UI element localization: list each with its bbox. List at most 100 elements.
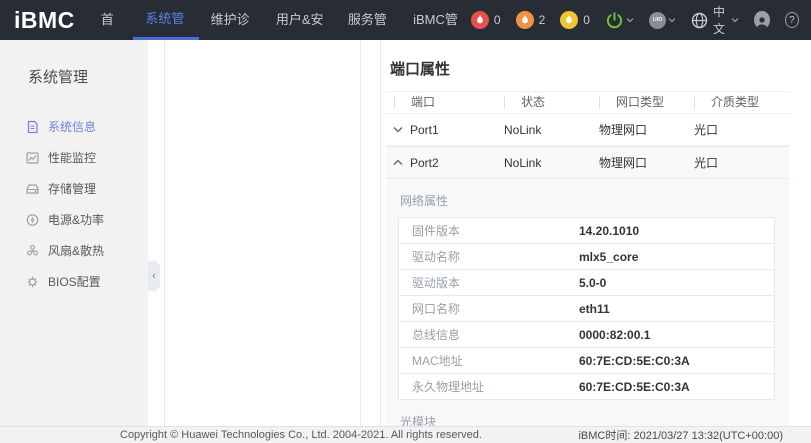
sidebar-item-system-info[interactable]: 系统信息	[0, 111, 148, 142]
power-icon	[605, 11, 624, 30]
port-media-type: 光口	[694, 121, 790, 138]
sidebar-collapse-button[interactable]: ‹	[148, 261, 160, 291]
panel-scroll-track[interactable]	[361, 40, 381, 426]
user-avatar[interactable]	[754, 11, 770, 29]
major-alarm-flame-icon	[516, 11, 534, 29]
nav-item-service-management[interactable]: 服务管理	[336, 0, 401, 40]
minor-alarm-flame-icon	[560, 11, 578, 29]
language-selector[interactable]: 中文	[691, 3, 739, 37]
major-alarm-count: 2	[539, 13, 546, 27]
globe-icon	[691, 12, 708, 29]
table-row-port1[interactable]: Port1 NoLink 物理网口 光口	[386, 114, 790, 146]
table-row: 永久物理地址 60:7E:CD:5E:C0:3A	[399, 374, 774, 400]
chevron-down-icon	[668, 17, 676, 23]
network-properties-table: 固件版本 14.20.1010 驱动名称 mlx5_core 驱动版本 5.0-…	[398, 217, 775, 400]
sidebar-item-fans-cooling[interactable]: 风扇&散热	[0, 235, 148, 266]
ibmc-time-value: 2021/03/27 13:32(UTC+00:00)	[633, 430, 783, 442]
sidebar-item-label: 性能监控	[48, 149, 96, 166]
table-row: 固件版本 14.20.1010	[399, 218, 774, 244]
port2-expanded-section: Port2 NoLink 物理网口 光口 网络属性 固件版本 14.20.101…	[386, 146, 789, 426]
copyright-text: Copyright © Huawei Technologies Co., Ltd…	[120, 429, 482, 441]
sidebar-menu: 系统信息 性能监控	[0, 111, 148, 297]
chevron-up-icon[interactable]	[386, 159, 410, 166]
nav-item-home[interactable]: 首页	[89, 0, 134, 40]
language-label: 中文	[713, 3, 729, 37]
main-nav: 首页 系统管理 维护诊断 用户&安全 服务管理 iBMC管理	[89, 0, 471, 40]
port-status: NoLink	[504, 123, 599, 137]
panel-divider	[148, 40, 165, 426]
nav-item-maintenance-diagnostics[interactable]: 维护诊断	[199, 0, 264, 40]
kv-value: 0000:82:00.1	[579, 324, 774, 346]
ibmc-time: iBMC时间: 2021/03/27 13:32(UTC+00:00)	[578, 427, 783, 443]
table-row-port2[interactable]: Port2 NoLink 物理网口 光口	[386, 147, 789, 179]
kv-value: eth11	[579, 298, 774, 320]
kv-label: 固件版本	[399, 218, 579, 243]
ibmc-time-label: iBMC时间:	[578, 430, 630, 442]
gear-icon	[26, 275, 39, 289]
nav-item-user-security[interactable]: 用户&安全	[264, 0, 336, 40]
port-type: 物理网口	[599, 154, 694, 171]
kv-label: 永久物理地址	[399, 374, 579, 399]
table-row: 驱动名称 mlx5_core	[399, 244, 774, 270]
document-icon	[26, 120, 39, 134]
critical-alarm-badge[interactable]: 0	[471, 11, 501, 29]
column-header-port: 端口	[394, 96, 504, 109]
kv-label: 网口名称	[399, 296, 579, 321]
column-header-status: 状态	[504, 96, 599, 109]
table-row: 驱动版本 5.0-0	[399, 270, 774, 296]
chevron-down-icon[interactable]	[386, 126, 410, 133]
sidebar-item-label: 存储管理	[48, 180, 96, 197]
network-properties-title: 网络属性	[400, 192, 775, 209]
sidebar: 系统管理 系统信息	[0, 40, 148, 426]
header-status-area: 0 2 0	[471, 3, 799, 37]
chevron-down-icon	[731, 17, 739, 23]
port-type: 物理网口	[599, 121, 694, 138]
kv-value: 60:7E:CD:5E:C0:3A	[579, 376, 774, 398]
storage-icon	[26, 182, 39, 196]
port-name: Port2	[410, 156, 504, 170]
ibmc-app: iBMC 首页 系统管理 维护诊断 用户&安全 服务管理 iBMC管理 0	[0, 0, 811, 443]
ibmc-logo: iBMC	[14, 0, 75, 40]
uid-indicator-dropdown[interactable]: UID	[649, 12, 676, 29]
sidebar-item-power[interactable]: 电源&功率	[0, 204, 148, 235]
help-icon[interactable]: ?	[785, 12, 799, 28]
optical-module-title: 光模块	[400, 413, 775, 426]
port-table-header: 端口 状态 网口类型 介质类型	[386, 91, 790, 114]
power-control-dropdown[interactable]	[605, 11, 634, 30]
sidebar-title: 系统管理	[0, 40, 148, 87]
uid-icon: UID	[649, 12, 666, 29]
nav-item-ibmc-management[interactable]: iBMC管理	[401, 0, 471, 40]
kv-label: 驱动名称	[399, 244, 579, 269]
table-row: 总线信息 0000:82:00.1	[399, 322, 774, 348]
kv-label: MAC地址	[399, 348, 579, 373]
kv-value: 14.20.1010	[579, 220, 774, 242]
column-header-media-type: 介质类型	[694, 96, 790, 109]
kv-value: 5.0-0	[579, 272, 774, 294]
kv-label: 总线信息	[399, 322, 579, 347]
chart-icon	[26, 151, 39, 165]
column-header-port-type: 网口类型	[599, 96, 694, 109]
port-name: Port1	[410, 123, 504, 137]
port-properties-panel: 端口属性 端口 状态 网口类型 介质类型 Port1 NoLink 物理网口 光…	[381, 40, 811, 426]
sidebar-item-label: 风扇&散热	[48, 242, 104, 259]
minor-alarm-count: 0	[583, 13, 590, 27]
main-region: 系统管理 系统信息	[0, 40, 811, 426]
minor-alarm-badge[interactable]: 0	[560, 11, 590, 29]
adapter-list-panel	[165, 40, 361, 426]
table-row: MAC地址 60:7E:CD:5E:C0:3A	[399, 348, 774, 374]
sidebar-item-storage-management[interactable]: 存储管理	[0, 173, 148, 204]
sidebar-item-label: BIOS配置	[48, 273, 101, 290]
page-title: 端口属性	[390, 58, 790, 79]
sidebar-item-performance-monitoring[interactable]: 性能监控	[0, 142, 148, 173]
port-status: NoLink	[504, 156, 599, 170]
kv-value: mlx5_core	[579, 246, 774, 268]
nav-item-system-management[interactable]: 系统管理	[133, 0, 198, 40]
chevron-down-icon	[626, 17, 634, 23]
footer-bar: Copyright © Huawei Technologies Co., Ltd…	[0, 426, 811, 443]
major-alarm-badge[interactable]: 2	[516, 11, 546, 29]
critical-alarm-count: 0	[494, 13, 501, 27]
sidebar-item-bios-config[interactable]: BIOS配置	[0, 266, 148, 297]
kv-label: 驱动版本	[399, 270, 579, 295]
fan-icon	[26, 244, 39, 258]
table-row: 网口名称 eth11	[399, 296, 774, 322]
